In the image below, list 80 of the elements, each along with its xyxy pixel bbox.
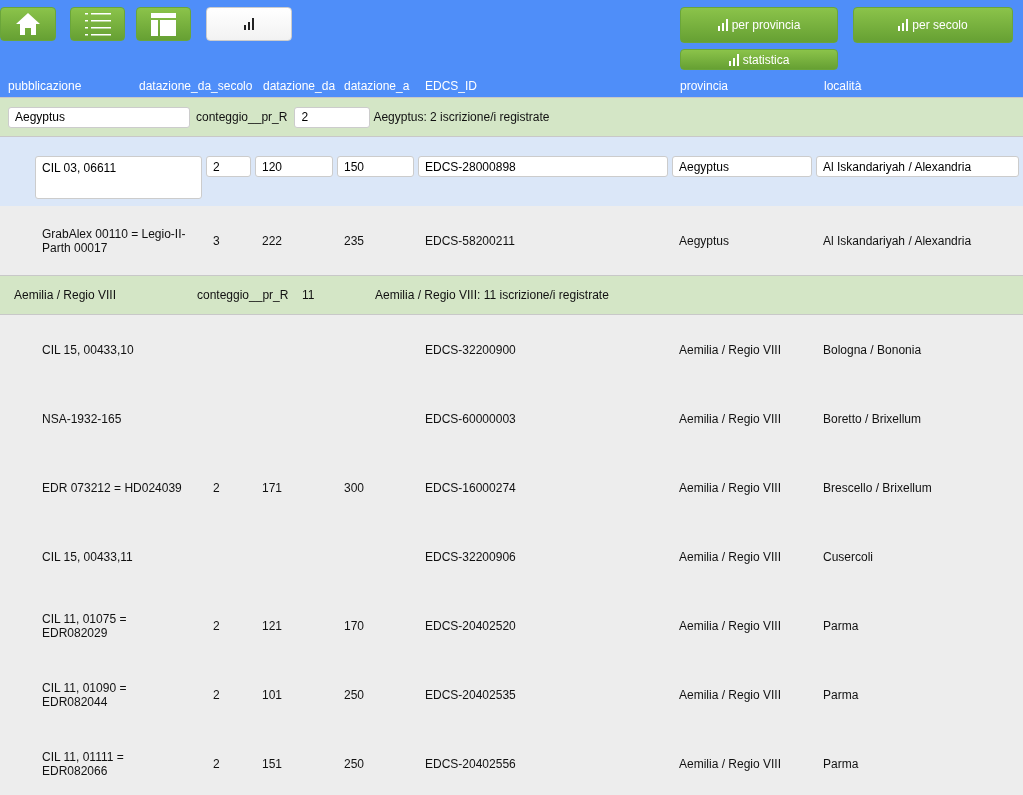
table-cell: 222 <box>262 233 283 248</box>
count-label: conteggio__pr_R <box>196 109 288 126</box>
table-cell: EDCS-60000003 <box>425 411 516 426</box>
bar-chart-icon <box>244 18 254 30</box>
column-header: provincia <box>680 78 729 95</box>
table-cell: Aemilia / Regio VIII <box>679 687 782 702</box>
home-button[interactable] <box>0 7 56 41</box>
bar-chart-icon <box>898 19 909 31</box>
table-cell: 2 <box>213 756 220 771</box>
list-icon <box>84 12 111 36</box>
home-icon <box>15 12 41 36</box>
table-cell: EDCS-20402535 <box>425 687 516 702</box>
column-header: datazione_da <box>263 78 336 95</box>
table-cell: EDCS-32200906 <box>425 549 516 564</box>
table-cell: NSA-1932-165 <box>42 411 122 426</box>
table-cell-text: CIL 11, 01090 = EDR082044 <box>42 680 128 709</box>
table-icon <box>151 12 176 36</box>
chart-button[interactable] <box>206 7 292 41</box>
table-cell: EDCS-20402556 <box>425 756 516 771</box>
table-cell: Parma <box>823 618 859 633</box>
cell-field[interactable]: 2 <box>206 156 251 177</box>
table-cell: EDCS-20402520 <box>425 618 516 633</box>
table-cell: Aemilia / Regio VIII <box>679 342 782 357</box>
group-summary: Aemilia / Regio VIII: 11 iscrizione/i registrate <box>375 287 609 304</box>
group-name: Aemilia / Regio VIII <box>14 287 118 304</box>
column-header: datazione_da_secolo <box>139 78 253 95</box>
table-cell: Aemilia / Regio VIII <box>679 549 782 564</box>
table-cell: 2 <box>213 618 220 633</box>
count-value: 11 <box>302 287 316 304</box>
table-cell: EDCS-16000274 <box>425 480 516 495</box>
table-cell: EDCS-32200900 <box>425 342 516 357</box>
table-cell-text: CIL 11, 01075 = EDR082029 <box>42 611 128 640</box>
table-cell: 3 <box>213 233 220 248</box>
table-cell: 101 <box>262 687 283 702</box>
table-cell: 2 <box>213 480 220 495</box>
cell-field[interactable]: 150 <box>337 156 414 177</box>
count-label: conteggio__pr_R <box>197 287 290 304</box>
table-cell: Boretto / Brixellum <box>823 411 922 426</box>
column-header: datazione_a <box>344 78 410 95</box>
table-cell: 250 <box>344 756 365 771</box>
group-name-field[interactable]: Aegyptus <box>8 106 190 128</box>
cell-field[interactable]: Aegyptus <box>672 156 812 177</box>
cell-field[interactable]: EDCS-28000898 <box>418 156 668 177</box>
table-cell: Parma <box>823 756 859 771</box>
bar-chart-icon <box>728 53 739 66</box>
table-cell: Brescello / Brixellum <box>823 480 932 495</box>
column-header: EDCS_ID <box>425 78 477 95</box>
table-cell: CIL 15, 00433,11 <box>42 549 133 564</box>
table-cell: Bologna / Bononia <box>823 342 922 357</box>
column-header: pubblicazione <box>8 78 82 95</box>
table-cell: 2 <box>213 687 220 702</box>
group-summary: Aegyptus: 2 iscrizione/i registrate <box>373 109 550 126</box>
table-cell: 170 <box>344 618 365 633</box>
table-cell: 250 <box>344 687 365 702</box>
list-button[interactable] <box>70 7 125 41</box>
table-cell: Aemilia / Regio VIII <box>679 756 782 771</box>
cell-field[interactable]: Al Iskandariyah / Alexandria <box>816 156 1019 177</box>
table-button[interactable] <box>136 7 191 41</box>
table-cell-text: GrabAlex 00110 = Legio-II-Parth 00017 <box>42 226 187 255</box>
cell-field[interactable]: 120 <box>255 156 333 177</box>
cell-field[interactable]: CIL 03, 06611 <box>35 156 202 199</box>
table-cell: Aemilia / Regio VIII <box>679 411 782 426</box>
table-cell: Cusercoli <box>823 549 873 564</box>
count-field[interactable]: 2 <box>294 106 371 128</box>
bar-chart-icon <box>717 19 728 31</box>
table-cell: EDCS-58200211 <box>425 233 515 248</box>
table-cell: Al Iskandariyah / Alexandria <box>823 233 972 248</box>
table-cell: 151 <box>262 756 283 771</box>
table-cell: Aemilia / Regio VIII <box>679 618 782 633</box>
table-cell: 171 <box>262 480 283 495</box>
table-cell: Aemilia / Regio VIII <box>679 480 782 495</box>
column-header: località <box>824 78 862 95</box>
table-cell: 235 <box>344 233 365 248</box>
table-cell: 121 <box>262 618 283 633</box>
table-cell: Parma <box>823 687 859 702</box>
table-cell: Aegyptus <box>679 233 730 248</box>
table-cell-text: CIL 11, 01111 = EDR082066 <box>42 749 125 778</box>
table-cell: 300 <box>344 480 365 495</box>
table-cell: EDR 073212 = HD024039 <box>42 480 182 495</box>
table-cell: CIL 15, 00433,10 <box>42 342 134 357</box>
